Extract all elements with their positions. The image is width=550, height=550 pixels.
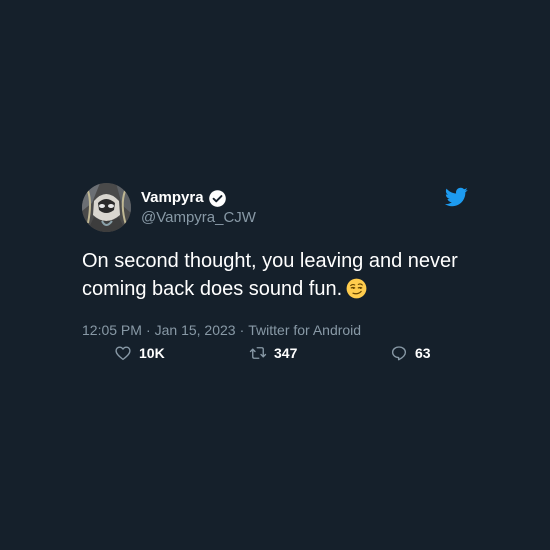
handle[interactable]: @Vampyra_CJW xyxy=(141,208,256,228)
display-name[interactable]: Vampyra xyxy=(141,188,204,208)
heart-icon[interactable] xyxy=(114,344,132,362)
display-name-row: Vampyra xyxy=(141,188,256,208)
tweet-card: Vampyra @Vampyra_CJW On second thought, … xyxy=(82,182,472,361)
tweet-actions: 10K 347 63 xyxy=(114,344,474,366)
reply-action[interactable]: 63 xyxy=(390,344,431,362)
meta-separator: · xyxy=(239,322,245,338)
twitter-bird-icon[interactable] xyxy=(444,185,468,209)
reply-icon[interactable] xyxy=(390,344,408,362)
retweet-icon[interactable] xyxy=(249,344,267,362)
like-action[interactable]: 10K xyxy=(114,344,165,362)
tweet-header: Vampyra @Vampyra_CJW xyxy=(82,182,470,234)
retweet-count: 347 xyxy=(274,345,298,361)
like-count: 10K xyxy=(139,345,165,361)
tweet-meta: 12:05 PM · Jan 15, 2023 · Twitter for Androi… xyxy=(82,321,470,339)
tweet-body: On second thought, you leaving and never… xyxy=(82,250,458,300)
verified-badge-icon xyxy=(208,189,226,207)
tweet-text: On second thought, you leaving and never… xyxy=(82,247,472,303)
tweet-time[interactable]: 12:05 PM xyxy=(82,322,142,338)
author-names: Vampyra @Vampyra_CJW xyxy=(141,188,256,228)
tweet-source[interactable]: Twitter for Android xyxy=(248,322,361,338)
tweet-date[interactable]: Jan 15, 2023 xyxy=(155,322,236,338)
meta-separator: · xyxy=(145,322,151,338)
avatar[interactable] xyxy=(82,183,131,232)
reply-count: 63 xyxy=(415,345,431,361)
smirking-face-emoji-icon xyxy=(346,278,367,299)
retweet-action[interactable]: 347 xyxy=(249,344,297,362)
